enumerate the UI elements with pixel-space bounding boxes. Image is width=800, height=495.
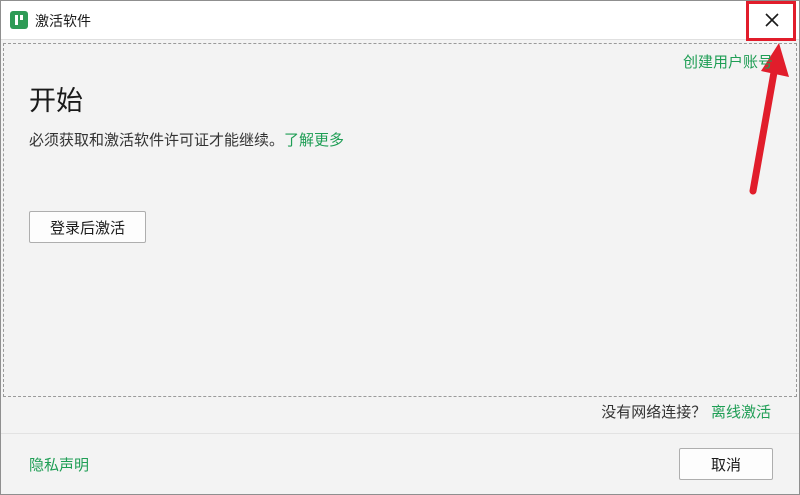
create-account-link[interactable]: 创建用户账号 bbox=[683, 51, 773, 72]
description-text: 必须获取和激活软件许可证才能继续。了解更多 bbox=[29, 129, 344, 150]
footer-divider bbox=[1, 433, 799, 434]
offline-row: 没有网络连接？ 离线激活 bbox=[601, 401, 771, 422]
title-bar[interactable]: 激活软件 bbox=[1, 1, 799, 40]
app-logo-icon bbox=[10, 11, 28, 29]
license-required-text: 必须获取和激活软件许可证才能继续。 bbox=[29, 131, 285, 149]
window-title: 激活软件 bbox=[35, 14, 91, 30]
no-network-text: 没有网络连接？ bbox=[601, 403, 707, 421]
learn-more-link[interactable]: 了解更多 bbox=[284, 131, 344, 149]
login-activate-button[interactable]: 登录后激活 bbox=[29, 211, 146, 243]
cancel-button[interactable]: 取消 bbox=[679, 448, 773, 480]
page-title: 开始 bbox=[29, 86, 83, 117]
activation-dialog: 激活软件 创建用户账号 开始 必须获取和激活软件许可证才能继续。了解更多 登录后… bbox=[0, 0, 800, 495]
privacy-link[interactable]: 隐私声明 bbox=[29, 454, 89, 475]
offline-activate-link[interactable]: 离线激活 bbox=[711, 403, 771, 421]
